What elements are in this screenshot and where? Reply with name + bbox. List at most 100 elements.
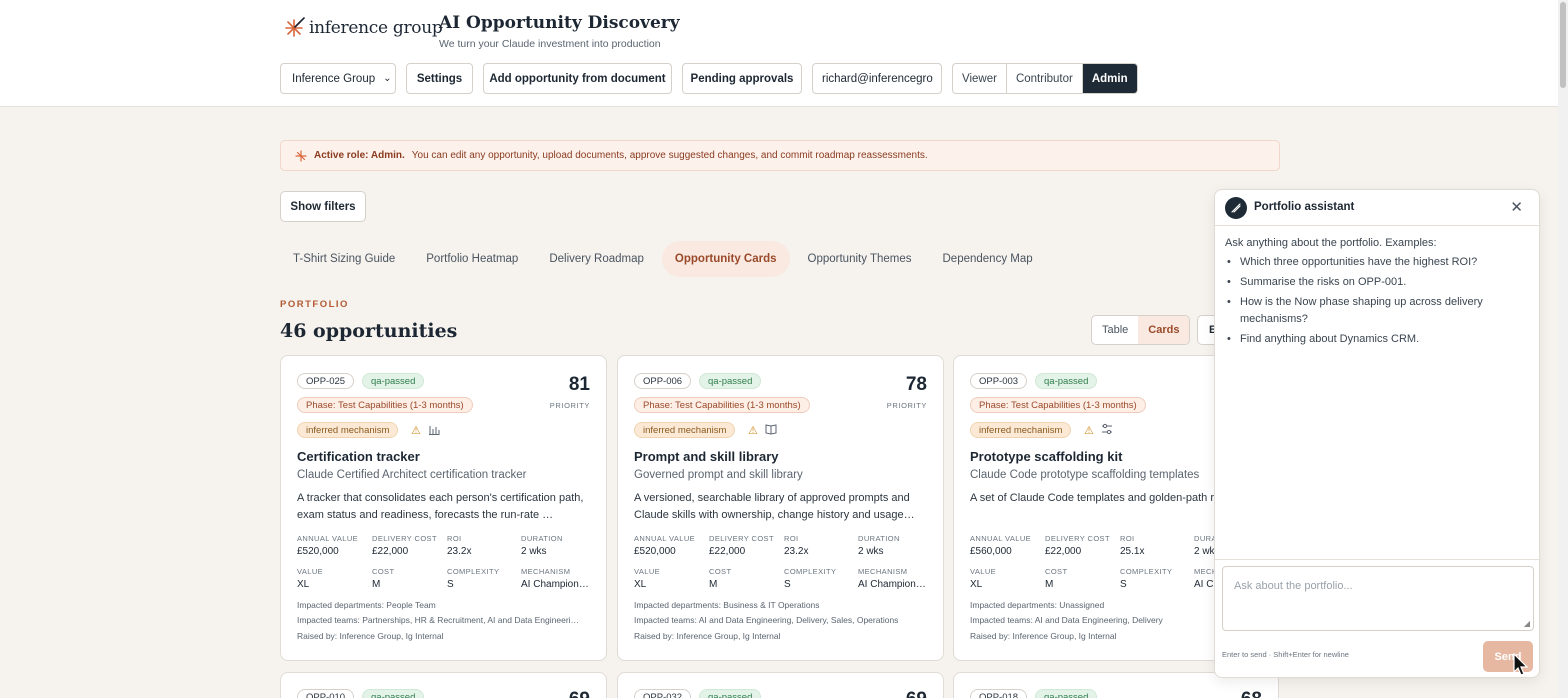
- table-view-button[interactable]: Table: [1092, 316, 1138, 344]
- value-label: VALUE: [634, 567, 661, 576]
- add-opportunity-from-document-button[interactable]: Add opportunity from document: [483, 63, 672, 94]
- roi-value: 25.1x: [1120, 546, 1145, 557]
- book-icon: [765, 424, 777, 435]
- sliders-icon: [1102, 423, 1112, 435]
- roi-value: 23.2x: [447, 546, 472, 557]
- opportunity-id-badge: OPP-018: [970, 689, 1028, 698]
- tab-portfolio-heatmap[interactable]: Portfolio Heatmap: [413, 241, 531, 277]
- app-header: inference group AI Opportunity Discovery…: [0, 0, 1558, 107]
- scrollbar-thumb[interactable]: [1560, 2, 1566, 88]
- duration-value: 2 wks: [858, 546, 884, 557]
- priority-label: PRIORITY: [886, 401, 927, 410]
- cards-view-button[interactable]: Cards: [1138, 316, 1190, 344]
- priority-score: 81: [568, 374, 590, 395]
- organization-select[interactable]: Inference Group ⌄: [280, 63, 396, 94]
- phase-badge: Phase: Test Capabilities (1-3 months): [297, 397, 473, 413]
- warning-icon: ⚠: [411, 425, 421, 437]
- raised-by: Raised by: Inference Group, Ig Internal: [297, 631, 444, 641]
- delivery-cost: £22,000: [372, 546, 409, 557]
- opportunity-card[interactable]: OPP-010 qa-passed 69: [280, 672, 607, 698]
- tab-tshirt-sizing-guide[interactable]: T-Shirt Sizing Guide: [280, 241, 408, 277]
- tab-opportunity-cards[interactable]: Opportunity Cards: [661, 241, 790, 277]
- complexity-label: COMPLEXITY: [1120, 567, 1173, 576]
- app-title: AI Opportunity Discovery: [439, 13, 680, 33]
- roi-label: ROI: [784, 534, 799, 543]
- opportunity-subtitle: Governed prompt and skill library: [634, 469, 803, 481]
- duration-label: DURATION: [521, 534, 563, 543]
- value-label: VALUE: [297, 567, 324, 576]
- role-viewer-button[interactable]: Viewer: [953, 64, 1007, 93]
- value-size: XL: [970, 579, 983, 590]
- show-filters-button[interactable]: Show filters: [280, 191, 366, 222]
- page-scrollbar[interactable]: [1558, 0, 1568, 698]
- cost-size: M: [372, 579, 381, 590]
- organization-select-value: Inference Group: [292, 72, 376, 85]
- opportunity-card[interactable]: OPP-025 qa-passed 81 PRIORITY Phase: Tes…: [280, 355, 607, 661]
- opportunity-card[interactable]: OPP-006 qa-passed 78 PRIORITY Phase: Tes…: [617, 355, 944, 661]
- pending-approvals-button[interactable]: Pending approvals: [682, 63, 802, 94]
- mechanism-badge: inferred mechanism: [297, 422, 399, 438]
- raised-by: Raised by: Inference Group, Ig Internal: [634, 631, 781, 641]
- warning-icon: ⚠: [748, 425, 758, 437]
- opportunity-description: A versioned, searchable library of appro…: [634, 492, 915, 521]
- value-label: VALUE: [970, 567, 997, 576]
- assistant-hint: Enter to send · Shift+Enter for newline: [1222, 650, 1349, 659]
- cost-label: COST: [372, 567, 395, 576]
- status-badge: qa-passed: [1035, 689, 1098, 698]
- complexity-label: COMPLEXITY: [784, 567, 837, 576]
- example-prompt[interactable]: Summarise the risks on OPP-001.: [1225, 274, 1525, 291]
- close-icon[interactable]: ✕: [1510, 198, 1523, 216]
- app-subtitle: We turn your Claude investment into prod…: [439, 38, 661, 50]
- delivery-cost: £22,000: [1045, 546, 1082, 557]
- opportunity-title: Prompt and skill library: [634, 449, 779, 464]
- status-badge: qa-passed: [699, 373, 762, 389]
- status-badge: qa-passed: [362, 373, 425, 389]
- view-tabs: T-Shirt Sizing Guide Portfolio Heatmap D…: [280, 241, 1051, 277]
- opportunity-card[interactable]: OPP-032 qa-passed 69: [617, 672, 944, 698]
- active-role-banner: Active role: Admin. You can edit any opp…: [280, 140, 1280, 171]
- complexity-label: COMPLEXITY: [447, 567, 500, 576]
- assistant-input-placeholder: Ask about the portfolio...: [1234, 580, 1353, 592]
- status-badge: qa-passed: [699, 689, 762, 698]
- mouse-cursor-icon: [1513, 653, 1529, 676]
- tab-dependency-map[interactable]: Dependency Map: [930, 241, 1046, 277]
- example-prompt[interactable]: How is the Now phase shaping up across d…: [1225, 294, 1525, 328]
- resize-handle-icon[interactable]: ◢: [1524, 619, 1530, 628]
- impacted-teams: Impacted teams: Partnerships, HR & Recru…: [297, 615, 580, 625]
- banner-text: You can edit any opportunity, upload doc…: [411, 150, 928, 161]
- role-contributor-button[interactable]: Contributor: [1007, 64, 1083, 93]
- assistant-header: Portfolio assistant ✕: [1215, 190, 1539, 226]
- mechanism-label: MECHANISM: [858, 567, 908, 576]
- priority-score: 69: [569, 689, 590, 698]
- spark-icon: [295, 149, 307, 162]
- delivery-cost-label: DELIVERY COST: [1045, 534, 1110, 543]
- settings-button[interactable]: Settings: [406, 63, 473, 94]
- opportunity-id-badge: OPP-003: [970, 373, 1028, 389]
- divider: [1215, 559, 1539, 560]
- user-email-field[interactable]: richard@inferencegro: [812, 63, 942, 94]
- portfolio-assistant-panel: Portfolio assistant ✕ Ask anything about…: [1214, 189, 1540, 678]
- opportunity-title: Certification tracker: [297, 449, 420, 464]
- opportunity-id-badge: OPP-025: [297, 373, 355, 389]
- example-prompt[interactable]: Which three opportunities have the highe…: [1225, 254, 1525, 271]
- value-size: XL: [634, 579, 647, 590]
- cost-size: M: [1045, 579, 1054, 590]
- opportunity-id-badge: OPP-032: [634, 689, 692, 698]
- role-admin-button[interactable]: Admin: [1082, 64, 1137, 93]
- view-mode-toggle: Table Cards: [1091, 315, 1191, 345]
- assistant-avatar: [1225, 197, 1247, 219]
- example-prompt[interactable]: Find anything about Dynamics CRM.: [1225, 331, 1525, 348]
- complexity-size: S: [784, 579, 791, 590]
- brand-name: inference group: [309, 18, 443, 38]
- brand-logo[interactable]: inference group: [283, 17, 443, 39]
- mechanism-badge: inferred mechanism: [634, 422, 736, 438]
- tab-opportunity-themes[interactable]: Opportunity Themes: [795, 241, 925, 277]
- tab-delivery-roadmap[interactable]: Delivery Roadmap: [536, 241, 657, 277]
- roi-value: 23.2x: [784, 546, 809, 557]
- opportunity-id-badge: OPP-006: [634, 373, 692, 389]
- roi-label: ROI: [1120, 534, 1135, 543]
- mechanism-label: MECHANISM: [521, 567, 571, 576]
- complexity-size: S: [1120, 579, 1127, 590]
- assistant-examples: Which three opportunities have the highe…: [1225, 254, 1525, 351]
- assistant-input[interactable]: Ask about the portfolio... ◢: [1222, 566, 1534, 631]
